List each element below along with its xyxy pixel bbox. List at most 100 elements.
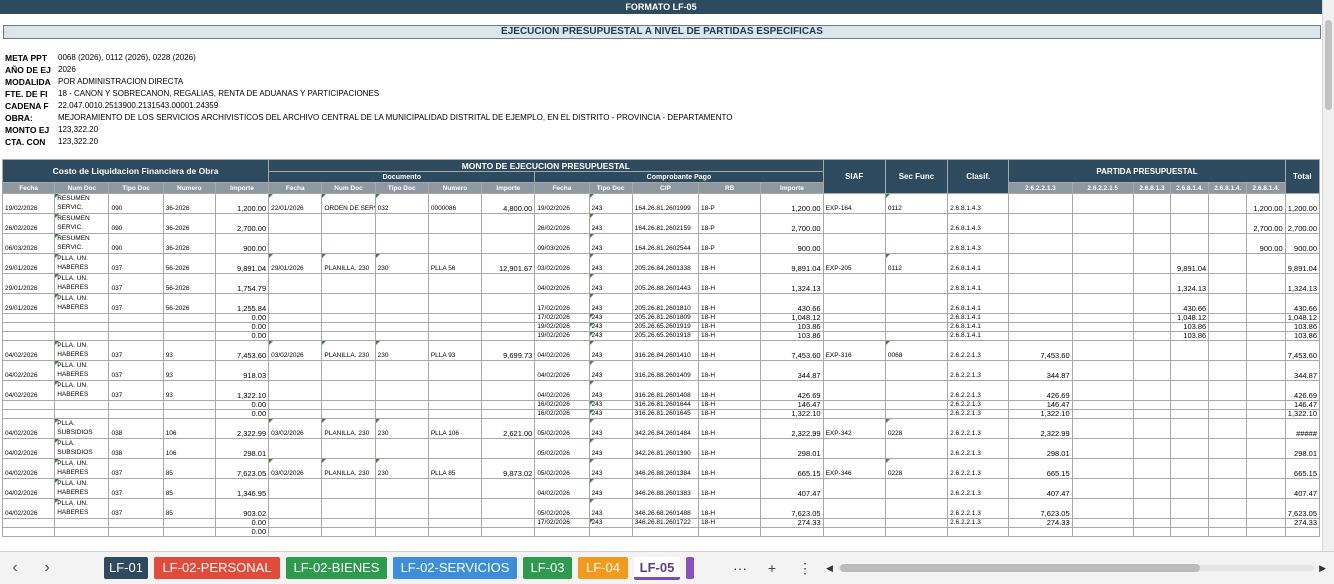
table-cell[interactable]: RESUMEN SERVIC.: [54, 193, 110, 214]
table-cell[interactable]: [481, 293, 536, 314]
table-cell[interactable]: 106: [162, 418, 216, 439]
table-cell[interactable]: 298.01: [1008, 438, 1073, 459]
table-cell[interactable]: [1208, 253, 1248, 274]
table-cell[interactable]: [1132, 340, 1172, 361]
table-cell[interactable]: 407.47: [760, 478, 824, 499]
table-cell[interactable]: 344.87: [1008, 360, 1073, 381]
table-cell[interactable]: 900.00: [214, 233, 270, 254]
table-cell[interactable]: 12,901.67: [481, 253, 536, 274]
table-cell[interactable]: RESUMEN SERVIC.: [54, 233, 110, 254]
table-cell[interactable]: [1132, 418, 1172, 439]
table-cell[interactable]: 2,322.99: [214, 418, 270, 439]
table-cell[interactable]: [1208, 400, 1248, 410]
table-cell[interactable]: [884, 438, 949, 459]
table-cell[interactable]: 342.26.81.2601390: [631, 438, 700, 459]
table-cell[interactable]: [1, 331, 56, 341]
table-cell[interactable]: 1,048.12: [1284, 313, 1321, 323]
table-cell[interactable]: 037: [108, 253, 164, 274]
table-cell[interactable]: 2,700.00: [214, 213, 270, 234]
table-cell[interactable]: 316.26.88.2601409: [631, 360, 700, 381]
table-cell[interactable]: 346.26.81.2601722: [631, 518, 700, 528]
table-cell[interactable]: [427, 360, 483, 381]
table-cell[interactable]: [481, 438, 536, 459]
table-cell[interactable]: [108, 313, 164, 323]
table-cell[interactable]: 1,754.79: [214, 273, 270, 294]
table-cell[interactable]: [321, 527, 376, 537]
table-cell[interactable]: 426.69: [760, 380, 824, 401]
table-cell[interactable]: [1208, 322, 1248, 332]
horizontal-scrollbar[interactable]: ◀ ▶: [826, 561, 1326, 575]
table-cell[interactable]: [822, 233, 886, 254]
table-cell[interactable]: [1132, 273, 1172, 294]
table-cell[interactable]: [321, 380, 376, 401]
table-cell[interactable]: [268, 400, 323, 410]
table-cell[interactable]: 243: [588, 498, 633, 519]
table-cell[interactable]: [1208, 518, 1248, 528]
table-cell[interactable]: 0.00: [214, 527, 270, 537]
table-cell[interactable]: PLLA. UN. HABERES: [54, 498, 110, 519]
vertical-scroll-thumb[interactable]: [1325, 20, 1332, 110]
table-cell[interactable]: [374, 380, 429, 401]
table-cell[interactable]: 316.26.81.2601408: [631, 380, 700, 401]
table-cell[interactable]: 29/01/2026: [1, 273, 56, 294]
table-cell[interactable]: 7,453.60: [1008, 340, 1073, 361]
table-cell[interactable]: 090: [108, 233, 164, 254]
table-cell[interactable]: 19/02/2026: [1, 193, 56, 214]
table-cell[interactable]: [884, 313, 949, 323]
table-cell[interactable]: [1071, 360, 1134, 381]
table-cell[interactable]: 316.26.81.2601645: [631, 409, 700, 419]
table-cell[interactable]: [321, 438, 376, 459]
table-row[interactable]: 04/02/2026 PLLA. SUBSIDIOS 038 106 2,322.99 0…: [1, 418, 1321, 439]
table-cell[interactable]: [884, 518, 949, 528]
table-row[interactable]: 0.00 16/02/2026 243 316.26.81.2601644 18-H 14…: [1, 400, 1321, 410]
table-cell[interactable]: [321, 273, 376, 294]
table-cell[interactable]: [321, 478, 376, 499]
table-cell[interactable]: RESUMEN SERVIC.: [54, 213, 110, 234]
table-cell[interactable]: 430.66: [1170, 293, 1210, 314]
table-cell[interactable]: 243: [588, 478, 633, 499]
table-cell[interactable]: [1170, 478, 1210, 499]
table-cell[interactable]: 7,623.05: [214, 458, 270, 479]
table-cell[interactable]: 04/02/2026: [1, 380, 56, 401]
table-cell[interactable]: [427, 478, 483, 499]
table-cell[interactable]: 164.26.81.2601999: [631, 193, 700, 214]
table-cell[interactable]: 900.00: [1246, 233, 1286, 254]
table-row[interactable]: 0.00 19/02/2026 243 205.26.65.2601918 18-H 10…: [1, 331, 1321, 341]
table-row[interactable]: 19/02/2026 RESUMEN SERVIC. 090 36-2026 1,200…: [1, 193, 1321, 214]
table-cell[interactable]: 18-H: [698, 360, 762, 381]
table-cell[interactable]: [268, 360, 323, 381]
table-cell[interactable]: 032: [374, 193, 429, 214]
table-cell[interactable]: 1,322.10: [1008, 409, 1073, 419]
table-cell[interactable]: 04/02/2026: [1, 438, 56, 459]
table-cell[interactable]: 19/02/2026: [534, 322, 590, 332]
table-cell[interactable]: 298.01: [760, 438, 824, 459]
table-cell[interactable]: [268, 527, 323, 537]
table-cell[interactable]: [1246, 313, 1286, 323]
table-cell[interactable]: PLANILLA. 230: [321, 253, 376, 274]
table-cell[interactable]: [321, 518, 376, 528]
table-cell[interactable]: 2.6.8.1.4.3: [947, 193, 1010, 214]
table-cell[interactable]: 346.26.68.2601488: [631, 498, 700, 519]
table-cell[interactable]: 9,891.04: [214, 253, 270, 274]
table-cell[interactable]: 243: [588, 193, 633, 214]
table-cell[interactable]: 103.86: [1284, 322, 1321, 332]
table-row[interactable]: 04/02/2026 PLLA. UN. HABERES 037 85 7,623.05…: [1, 458, 1321, 479]
sheet-tab-lf-02-servicios[interactable]: LF-02-SERVICIOS: [393, 557, 517, 579]
table-cell[interactable]: PLLA 106: [427, 418, 483, 439]
table-cell[interactable]: [108, 409, 164, 419]
table-cell[interactable]: 26/02/2026: [1, 213, 56, 234]
table-cell[interactable]: [884, 360, 949, 381]
table-cell[interactable]: 903.02: [214, 498, 270, 519]
table-row[interactable]: 0.00 19/02/2026 243 205.26.65.2601919 18-H 10…: [1, 322, 1321, 332]
table-cell[interactable]: [1008, 527, 1073, 537]
table-cell[interactable]: [427, 233, 483, 254]
table-cell[interactable]: 243: [588, 400, 633, 410]
table-cell[interactable]: [1071, 193, 1134, 214]
table-cell[interactable]: [481, 478, 536, 499]
table-cell[interactable]: [54, 527, 110, 537]
table-cell[interactable]: PLLA. UN. HABERES: [54, 360, 110, 381]
table-cell[interactable]: 2.6.8.1.4.1: [947, 322, 1010, 332]
table-cell[interactable]: 426.69: [1008, 380, 1073, 401]
table-cell[interactable]: 243: [588, 293, 633, 314]
table-cell[interactable]: 146.47: [1284, 400, 1321, 410]
